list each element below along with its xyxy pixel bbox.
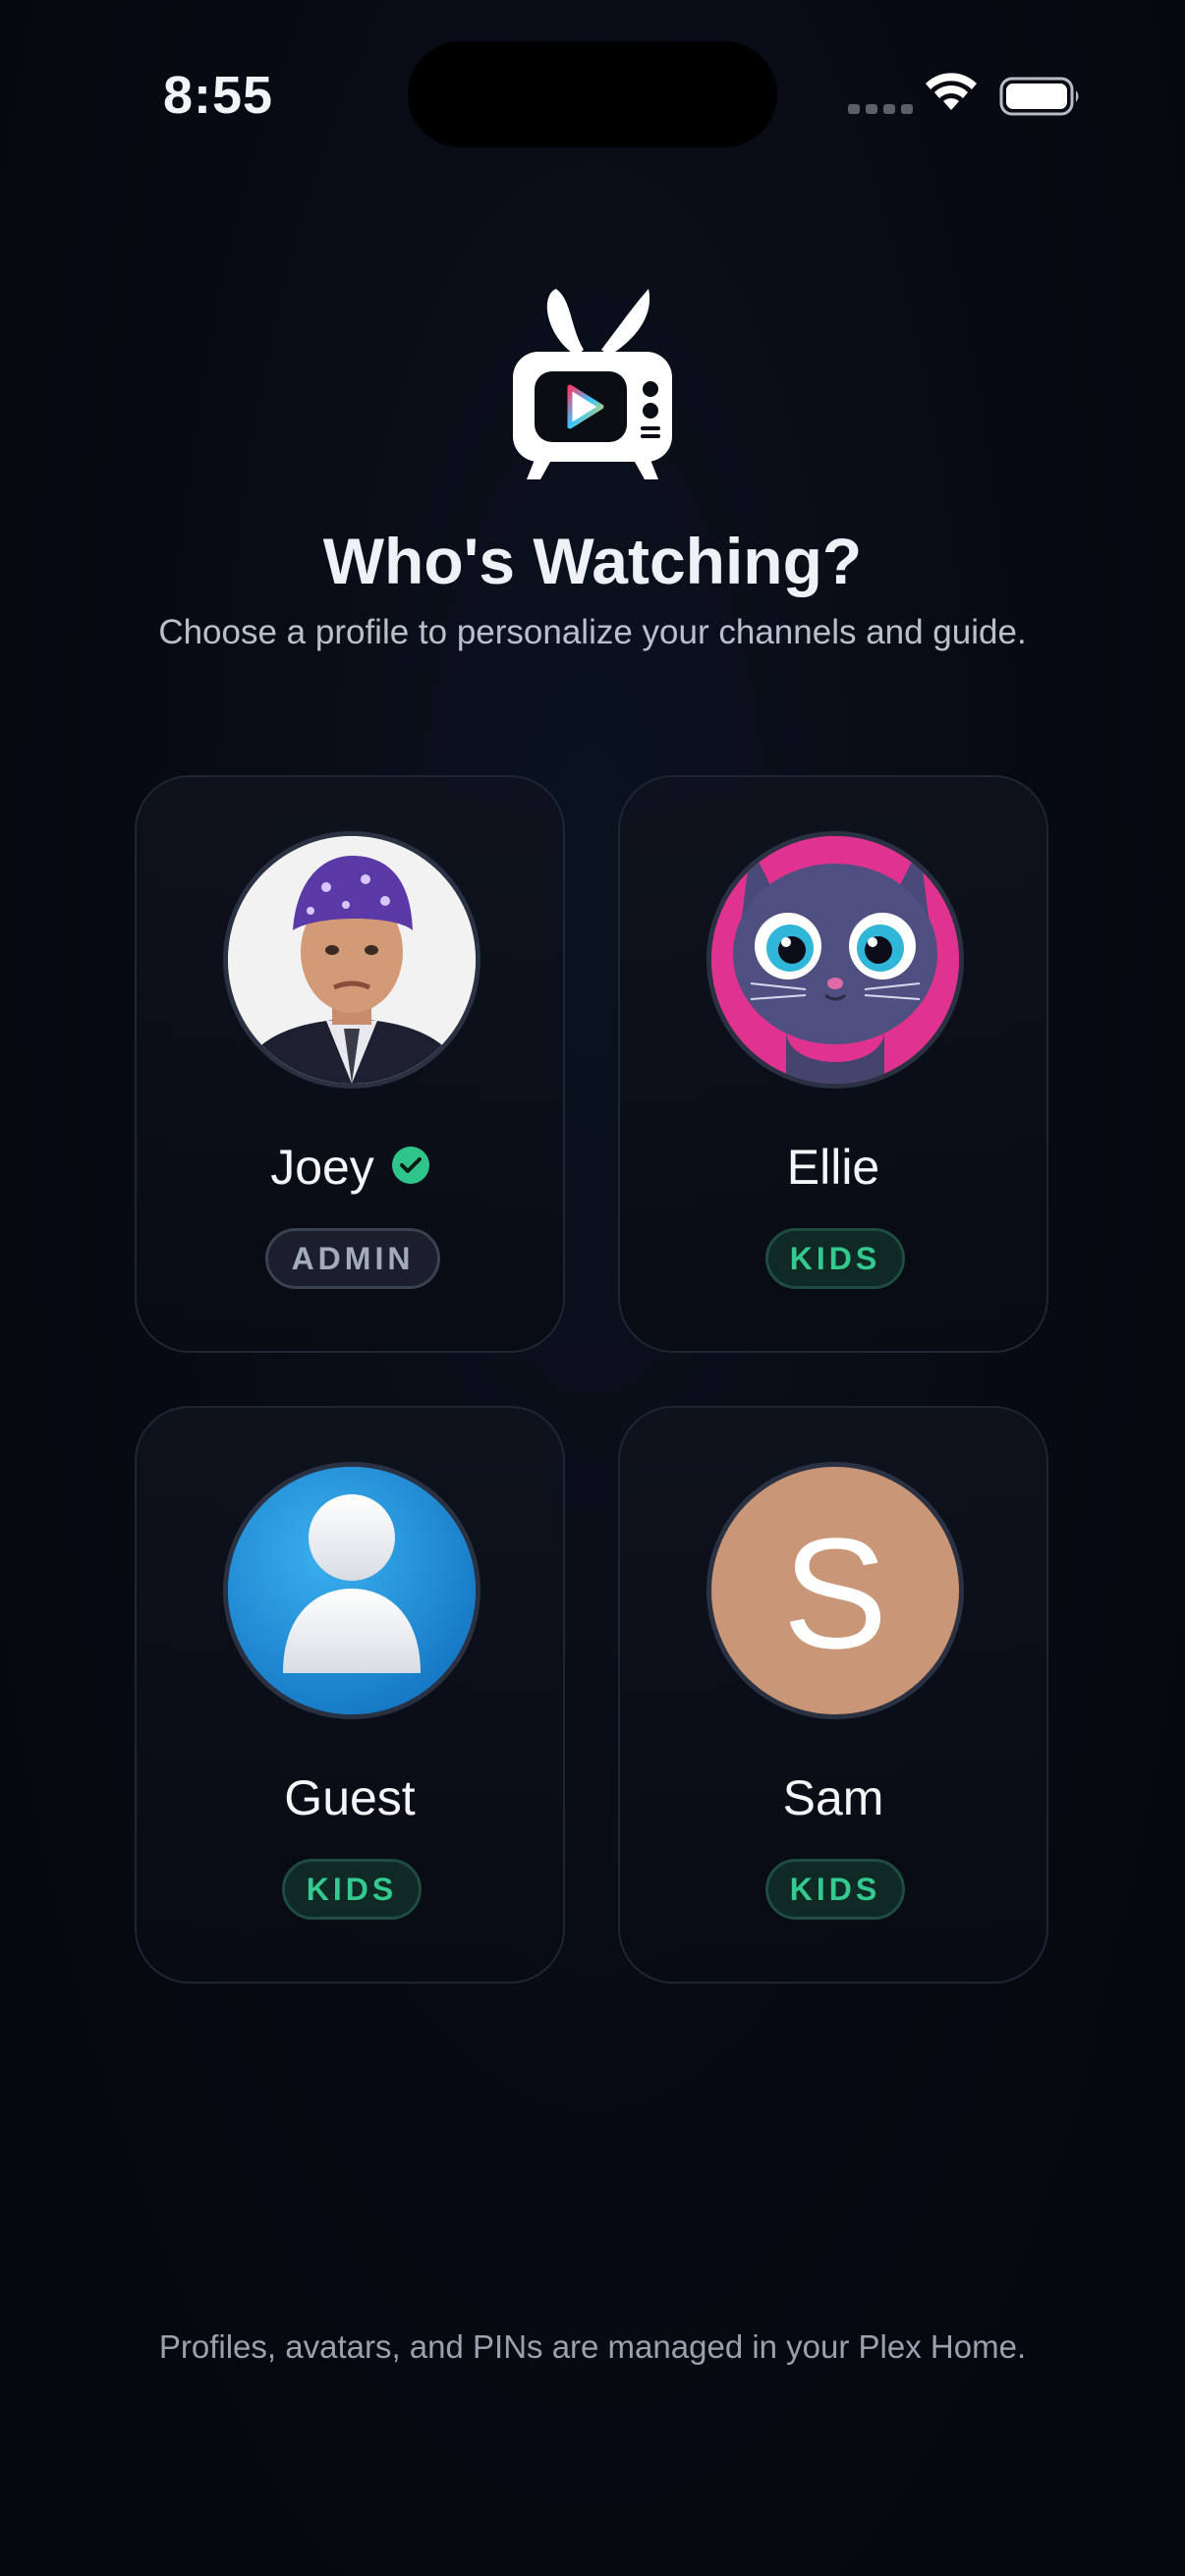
profile-name: Ellie bbox=[786, 1140, 880, 1195]
profile-card-guest[interactable]: Guest KIDS bbox=[135, 1406, 565, 1984]
admin-badge: ADMIN bbox=[265, 1228, 440, 1289]
page-title: Who's Watching? bbox=[322, 525, 863, 597]
battery-icon bbox=[999, 77, 1079, 116]
profile-name-row: Sam bbox=[620, 1769, 1046, 1826]
profile-name: Guest bbox=[284, 1770, 416, 1825]
profile-name-row: Joey bbox=[137, 1139, 563, 1196]
person-silhouette-icon bbox=[228, 1467, 476, 1714]
verified-check-icon bbox=[391, 1139, 429, 1196]
joey-avatar bbox=[223, 831, 480, 1089]
tv-play-logo-icon bbox=[513, 289, 672, 479]
profile-card-joey[interactable]: Joey ADMIN bbox=[135, 775, 565, 1353]
profile-name-row: Ellie bbox=[620, 1139, 1046, 1196]
profile-name: Sam bbox=[782, 1770, 884, 1825]
dynamic-island bbox=[408, 41, 777, 147]
footer-note: Profiles, avatars, and PINs are managed … bbox=[158, 2328, 1027, 2365]
status-bar: 8:55 bbox=[0, 0, 1185, 187]
guest-avatar bbox=[223, 1462, 480, 1719]
kids-badge: KIDS bbox=[765, 1859, 905, 1920]
signal-icon bbox=[848, 104, 913, 114]
profile-name: Joey bbox=[270, 1140, 374, 1195]
avatar-initial: S bbox=[782, 1505, 888, 1681]
sam-avatar: S bbox=[706, 1462, 964, 1719]
profile-card-sam[interactable]: S Sam KIDS bbox=[618, 1406, 1048, 1984]
kids-badge: KIDS bbox=[765, 1228, 905, 1289]
profile-card-ellie[interactable]: Ellie KIDS bbox=[618, 775, 1048, 1353]
status-time: 8:55 bbox=[163, 66, 274, 125]
wifi-icon bbox=[926, 73, 977, 110]
kids-badge: KIDS bbox=[282, 1859, 422, 1920]
page-subtitle: Choose a profile to personalize your cha… bbox=[158, 613, 1027, 651]
profile-name-row: Guest bbox=[137, 1769, 563, 1826]
ellie-avatar bbox=[706, 831, 964, 1089]
